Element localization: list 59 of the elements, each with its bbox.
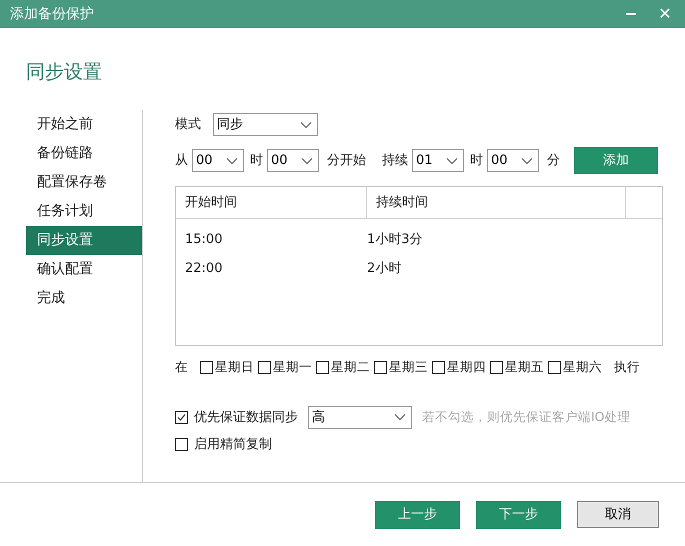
table-cell-text: 22:00 (184, 260, 224, 278)
start-suffix-label: 分开始 (327, 152, 366, 170)
back-button[interactable]: 上一步 (375, 500, 460, 528)
minute-label: 分 (547, 152, 560, 170)
window-title: 添加备份保护 (10, 4, 95, 24)
weekday-label: 星期三 (389, 358, 428, 376)
hint-text: 若不勾选，则优先保证客户端IO处理 (422, 408, 631, 426)
compact-copy-label: 启用精简复制 (194, 436, 272, 454)
cancel-button[interactable]: 取消 (577, 501, 659, 528)
hour-label: 时 (250, 152, 263, 170)
dropdown[interactable]: 00 (487, 149, 539, 172)
from-label: 从 (175, 152, 188, 170)
checkbox[interactable] (175, 410, 188, 424)
column-header: 开始时间 (176, 187, 367, 218)
weekday-suffix: 执行 (614, 358, 640, 376)
dropdown[interactable]: 高 (308, 406, 412, 429)
checkbox[interactable] (548, 360, 561, 374)
page-heading: 同步设置 (25, 60, 103, 85)
caret-icon (300, 120, 312, 128)
dropdown[interactable]: 00 (267, 149, 319, 172)
dropdown[interactable]: 00 (192, 149, 244, 172)
checkbox[interactable] (374, 360, 387, 374)
sidebar-item[interactable]: 同步设置 (26, 226, 142, 255)
caret-icon (226, 156, 238, 164)
sidebar-item[interactable]: 完成 (26, 284, 142, 313)
column-header: 持续时间 (367, 187, 626, 218)
weekday-label: 星期日 (215, 358, 254, 376)
weekday-label: 星期一 (273, 358, 312, 376)
sidebar-item[interactable]: 开始之前 (26, 110, 142, 139)
checkbox[interactable] (316, 360, 329, 374)
weekday-label: 星期六 (563, 358, 602, 376)
checkbox[interactable] (432, 360, 445, 374)
caret-icon (521, 156, 533, 164)
sidebar-item[interactable]: 配置保存卷 (26, 168, 142, 197)
weekday-prefix: 在 (175, 358, 188, 376)
caret-icon (446, 156, 458, 164)
weekday-label: 星期二 (331, 358, 370, 376)
table-cell-text: 2小时 (367, 260, 402, 278)
caret-icon (394, 413, 406, 422)
checkbox[interactable] (175, 438, 188, 451)
checkbox[interactable] (490, 360, 503, 374)
table-cell-text: 15:00 (184, 230, 224, 249)
sidebar-item[interactable]: 确认配置 (26, 255, 142, 284)
checkbox[interactable] (200, 360, 213, 374)
sidebar-item[interactable]: 任务计划 (26, 197, 142, 226)
mode-label: 模式 (175, 116, 201, 134)
next-button[interactable]: 下一步 (476, 500, 561, 528)
checkbox[interactable] (258, 360, 271, 374)
hour-label: 时 (470, 152, 483, 170)
dropdown[interactable]: 01 (412, 149, 464, 172)
weekday-label: 星期四 (447, 358, 486, 376)
sidebar-item[interactable]: 备份链路 (26, 139, 142, 168)
priority-label: 优先保证数据同步 (194, 408, 298, 426)
caret-icon (301, 156, 313, 164)
duration-label: 持续 (382, 152, 408, 170)
add-button[interactable]: 添加 (574, 147, 658, 174)
table-cell-text: 1小时3分 (367, 230, 423, 249)
weekday-label: 星期五 (505, 358, 544, 376)
dropdown[interactable]: 同步 (213, 113, 318, 136)
